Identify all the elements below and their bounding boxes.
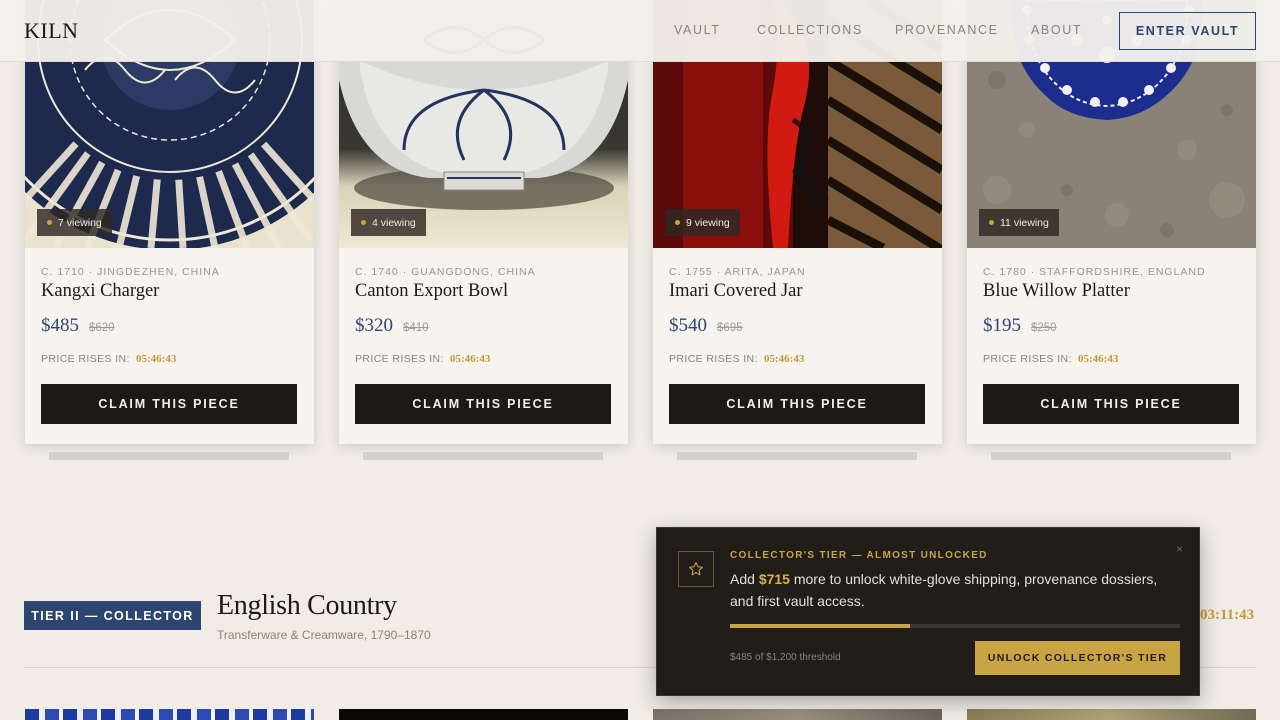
- popup-message-suffix: more to unlock white-glove shipping, pro…: [730, 571, 1158, 609]
- close-icon[interactable]: ×: [1176, 542, 1183, 556]
- unlock-tier-button[interactable]: UNLOCK COLLECTOR'S TIER: [975, 641, 1180, 675]
- product-card: 4 viewing C. 1740 · GUANGDONG, CHINA Can…: [339, 0, 628, 444]
- viewing-count: 4 viewing: [372, 216, 416, 229]
- popup-message-prefix: Add: [730, 571, 759, 587]
- product-image[interactable]: [967, 709, 1256, 720]
- product-name[interactable]: Imari Covered Jar: [669, 281, 803, 302]
- tier-progress-fill: [730, 624, 910, 628]
- nav-link-provenance[interactable]: PROVENANCE: [895, 23, 999, 37]
- popup-eyebrow: COLLECTOR'S TIER — ALMOST UNLOCKED: [730, 550, 988, 561]
- product-name[interactable]: Blue Willow Platter: [983, 281, 1130, 302]
- product-card: 11 viewing C. 1780 · STAFFORDSHIRE, ENGL…: [967, 0, 1256, 444]
- claim-button[interactable]: CLAIM THIS PIECE: [41, 384, 297, 424]
- popup-message: Add $715 more to unlock white-glove ship…: [730, 568, 1170, 612]
- site-header: KILN VAULT COLLECTIONS PROVENANCE ABOUT …: [0, 0, 1280, 62]
- product-price: $485: [41, 315, 79, 336]
- original-price: $250: [1031, 322, 1057, 334]
- logo[interactable]: KILN: [24, 18, 79, 44]
- price-rise-label: PRICE RISES IN:: [355, 353, 444, 365]
- nav-link-about[interactable]: ABOUT: [1031, 23, 1082, 37]
- product-name[interactable]: Canton Export Bowl: [355, 281, 508, 302]
- nav-link-vault[interactable]: VAULT: [674, 23, 720, 37]
- product-card: 9 viewing C. 1755 · ARITA, JAPAN Imari C…: [653, 0, 942, 444]
- popup-amount: $715: [758, 571, 790, 587]
- product-image[interactable]: [25, 709, 314, 720]
- live-dot-icon: [989, 220, 994, 225]
- tier-badge: TIER II — COLLECTOR: [24, 601, 201, 630]
- price-rise-timer: 05:46:43: [450, 353, 491, 365]
- price-rise-timer: 05:46:43: [1078, 353, 1119, 365]
- original-price: $695: [717, 322, 743, 334]
- tier-progress-bar: [730, 624, 1180, 628]
- section-subtitle: Transferware & Creamware, 1790–1870: [217, 628, 431, 642]
- price-rise-label: PRICE RISES IN:: [669, 353, 758, 365]
- card-pedestal: [677, 452, 917, 460]
- price-rise-timer: 05:46:43: [764, 353, 805, 365]
- product-origin: C. 1740 · GUANGDONG, CHINA: [355, 266, 536, 278]
- nav-link-collections[interactable]: COLLECTIONS: [757, 23, 863, 37]
- viewing-count: 11 viewing: [1000, 216, 1049, 229]
- product-price: $540: [669, 315, 707, 336]
- product-name[interactable]: Kangxi Charger: [41, 281, 159, 302]
- product-origin: C. 1780 · STAFFORDSHIRE, ENGLAND: [983, 266, 1206, 278]
- viewing-badge: 11 viewing: [979, 209, 1059, 236]
- viewing-badge: 9 viewing: [665, 209, 740, 236]
- live-dot-icon: [675, 220, 680, 225]
- star-icon: [678, 551, 714, 587]
- claim-button[interactable]: CLAIM THIS PIECE: [355, 384, 611, 424]
- section-title: English Country: [217, 590, 397, 621]
- price-rise-timer: 05:46:43: [136, 353, 177, 365]
- card-pedestal: [363, 452, 603, 460]
- collector-tier-popup: × COLLECTOR'S TIER — ALMOST UNLOCKED Add…: [656, 527, 1200, 696]
- live-dot-icon: [361, 220, 366, 225]
- viewing-badge: 4 viewing: [351, 209, 426, 236]
- price-rise-label: PRICE RISES IN:: [983, 353, 1072, 365]
- product-price: $320: [355, 315, 393, 336]
- product-image[interactable]: [339, 709, 628, 720]
- threshold-text: $485 of $1,200 threshold: [730, 652, 841, 663]
- viewing-count: 7 viewing: [58, 216, 102, 229]
- product-origin: C. 1755 · ARITA, JAPAN: [669, 266, 806, 278]
- original-price: $620: [89, 322, 115, 334]
- claim-button[interactable]: CLAIM THIS PIECE: [983, 384, 1239, 424]
- enter-vault-button[interactable]: ENTER VAULT: [1119, 12, 1256, 50]
- product-origin: C. 1710 · JINGDEZHEN, CHINA: [41, 266, 220, 278]
- product-card: 7 viewing C. 1710 · JINGDEZHEN, CHINA Ka…: [25, 0, 314, 444]
- card-pedestal: [991, 452, 1231, 460]
- viewing-count: 9 viewing: [686, 216, 730, 229]
- viewing-badge: 7 viewing: [37, 209, 112, 236]
- claim-button[interactable]: CLAIM THIS PIECE: [669, 384, 925, 424]
- price-rise-label: PRICE RISES IN:: [41, 353, 130, 365]
- original-price: $410: [403, 322, 429, 334]
- live-dot-icon: [47, 220, 52, 225]
- section-countdown: 03:11:43: [1200, 607, 1255, 623]
- product-image[interactable]: [653, 709, 942, 720]
- product-price: $195: [983, 315, 1021, 336]
- card-pedestal: [49, 452, 289, 460]
